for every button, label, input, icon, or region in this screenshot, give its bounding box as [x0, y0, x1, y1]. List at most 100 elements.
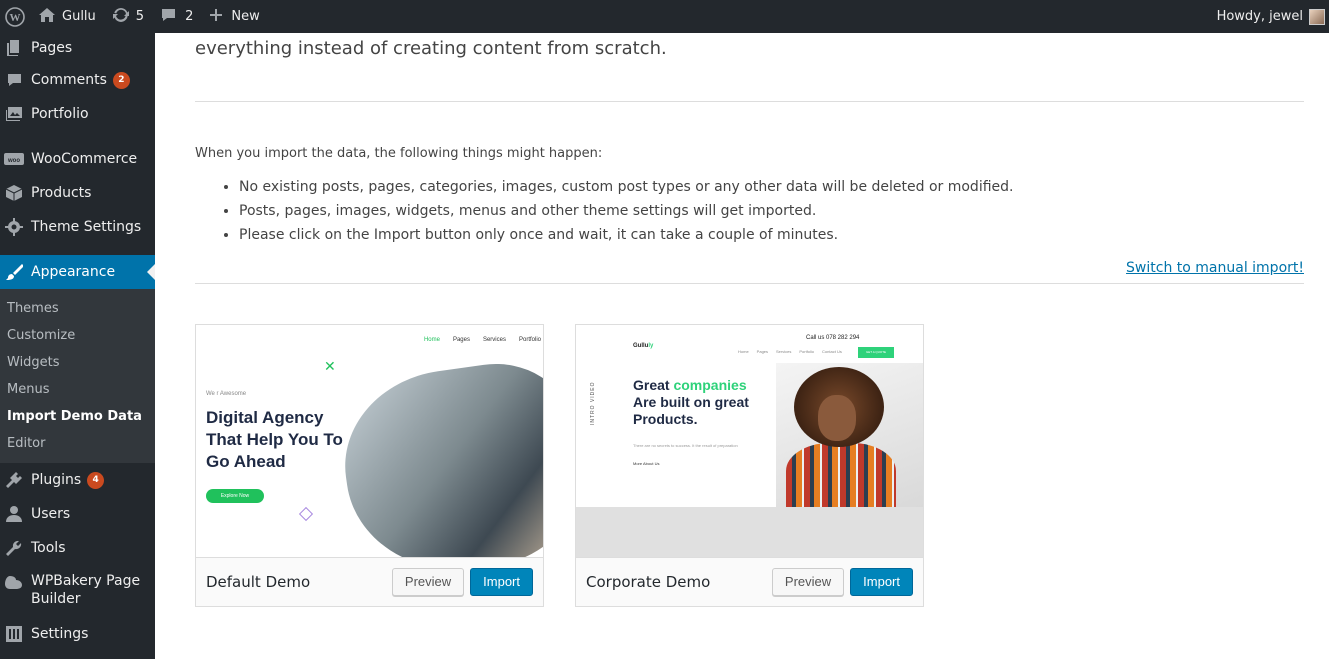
demo-woman-photo — [776, 363, 923, 507]
sidebar-item-label: Comments — [31, 72, 107, 88]
list-item: Please click on the Import button only o… — [239, 225, 1013, 249]
sidebar-item-label: Users — [31, 506, 71, 522]
list-item: No existing posts, pages, categories, im… — [239, 177, 1013, 201]
sidebar-item-theme-settings[interactable]: Theme Settings — [0, 210, 155, 244]
demo-logo-text: Gullu — [633, 343, 649, 349]
demo-nav-item: Home — [738, 349, 749, 354]
demo-cta: GET A QUOTE — [858, 347, 894, 358]
updates-count: 5 — [135, 9, 145, 24]
comments-badge: 2 — [112, 71, 130, 89]
submenu-item-widgets[interactable]: Widgets — [0, 349, 155, 376]
import-button[interactable]: Import — [850, 568, 913, 596]
wrench-icon — [4, 538, 24, 558]
demo-heading-accent: companies — [673, 377, 747, 393]
demo-more-link: More About Us — [633, 461, 660, 466]
demo-nav-item: Home — [423, 337, 440, 343]
new-label: New — [231, 9, 260, 24]
demo-nav-item: Portfolio — [518, 337, 541, 343]
main-content: everything instead of creating content f… — [155, 33, 1329, 659]
demo-heading-part: Great — [633, 377, 674, 393]
demo-title: Default Demo — [206, 573, 311, 591]
demo-title: Corporate Demo — [586, 573, 711, 591]
demo-nav-item: Portfolio — [799, 349, 815, 354]
account-link[interactable]: Howdy, jewel — [1209, 0, 1329, 33]
photo-dress — [786, 443, 896, 507]
greeting-label: Howdy, jewel — [1216, 9, 1303, 24]
sidebar-item-users[interactable]: Users — [0, 497, 155, 531]
plugin-icon — [4, 470, 24, 490]
import-button[interactable]: Import — [470, 568, 533, 596]
submenu-item-editor[interactable]: Editor — [0, 430, 155, 457]
demo-nav-item: Contact Us — [822, 349, 842, 354]
sidebar-item-label: Products — [31, 185, 92, 201]
sidebar-item-products[interactable]: Products — [0, 176, 155, 210]
sidebar-item-settings[interactable]: Settings — [0, 617, 155, 651]
woocommerce-icon: woo — [4, 149, 24, 169]
wpbakery-icon — [4, 572, 24, 592]
sidebar-item-wpbakery[interactable]: WPBakery Page Builder — [0, 565, 155, 617]
submenu-item-menus[interactable]: Menus — [0, 376, 155, 403]
site-name-link[interactable]: Gullu — [30, 0, 104, 33]
portfolio-icon — [4, 104, 24, 124]
demo-card-footer: Default Demo Preview Import — [196, 557, 543, 606]
sidebar-item-comments[interactable]: Comments 2 — [0, 63, 155, 97]
comments-link[interactable]: 2 — [152, 0, 201, 33]
updates-link[interactable]: 5 — [104, 0, 152, 33]
avatar — [1309, 8, 1325, 25]
demo-nav-item: Pages — [756, 349, 769, 354]
demo-nav: Home Pages Services Portfolio — [424, 337, 541, 343]
sidebar-item-label: WPBakery Page Builder — [31, 573, 141, 607]
sidebar-item-label: Theme Settings — [31, 219, 142, 235]
photo-face — [818, 395, 856, 441]
home-icon — [38, 7, 56, 27]
comment-icon — [160, 7, 177, 27]
switch-manual-import-link[interactable]: Switch to manual import! — [1126, 260, 1304, 276]
preview-button[interactable]: Preview — [391, 568, 465, 596]
updates-icon — [112, 6, 130, 28]
preview-button[interactable]: Preview — [771, 568, 845, 596]
plus-icon — [209, 8, 223, 26]
svg-text:woo: woo — [7, 158, 20, 164]
sidebar-item-label: Plugins — [31, 472, 82, 488]
plugins-badge: 4 — [87, 471, 105, 489]
paintbrush-icon — [4, 262, 24, 282]
svg-text:W: W — [10, 12, 21, 24]
demo-phone: Call us 078 282 294 — [806, 335, 860, 341]
sidebar-item-label: Portfolio — [31, 106, 89, 122]
demo-card-corporate: Gulluly Call us 078 282 294 Home Pages S… — [575, 324, 924, 607]
sidebar-item-pages[interactable]: Pages — [0, 33, 155, 63]
appearance-submenu: Themes Customize Widgets Menus Import De… — [0, 289, 155, 463]
demo-subtext: There are no secrets to success. It the … — [633, 443, 738, 448]
pages-icon — [4, 38, 24, 58]
sidebar-item-tools[interactable]: Tools — [0, 531, 155, 565]
intro-text: everything instead of creating content f… — [195, 38, 667, 59]
submenu-item-themes[interactable]: Themes — [0, 295, 155, 322]
sidebar-item-portfolio[interactable]: Portfolio — [0, 97, 155, 131]
demo-intro-video: INTRO VIDEO — [590, 381, 596, 425]
sidebar-item-label: Appearance — [31, 264, 116, 280]
admin-sidebar: Pages Comments 2 Portfolio woo WooCommer… — [0, 33, 155, 659]
demo-screenshot-default: Home Pages Services Portfolio ✕ We r Awe… — [196, 325, 543, 557]
divider — [195, 283, 1304, 284]
site-name-label: Gullu — [62, 9, 96, 24]
demo-tagline: We r Awesome — [206, 391, 247, 397]
sidebar-item-appearance[interactable]: Appearance — [0, 255, 155, 289]
demo-nav: Home Pages Services Portfolio Contact Us — [738, 349, 842, 354]
demo-nav-item: Services — [776, 349, 792, 354]
demo-heading: Great companies Are built on great Produ… — [633, 377, 773, 428]
import-notes-list: No existing posts, pages, categories, im… — [221, 177, 1013, 249]
demo-heading: Digital Agency That Help You To Go Ahead — [206, 408, 343, 471]
new-content-link[interactable]: New — [201, 0, 267, 33]
comment-icon — [4, 70, 24, 90]
sidebar-item-label: WooCommerce — [31, 151, 138, 167]
demo-card-footer: Corporate Demo Preview Import — [576, 557, 923, 606]
demo-nav-item: Services — [482, 337, 506, 343]
sidebar-item-plugins[interactable]: Plugins 4 — [0, 463, 155, 497]
submenu-item-customize[interactable]: Customize — [0, 322, 155, 349]
wordpress-logo-icon[interactable]: W — [0, 0, 30, 33]
submenu-item-import-demo-data[interactable]: Import Demo Data — [0, 403, 155, 430]
demo-logo-accent: ly — [648, 343, 654, 349]
sidebar-item-woocommerce[interactable]: woo WooCommerce — [0, 142, 155, 176]
demo-heading-part: Are built on great Products. — [633, 394, 749, 427]
demo-nav-item: Pages — [452, 337, 470, 343]
